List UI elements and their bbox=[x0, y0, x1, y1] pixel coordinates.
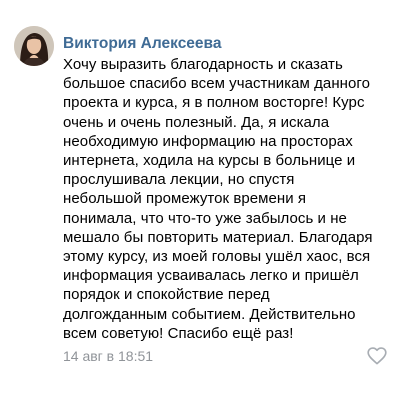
comment-text-line: небольшой промежуток времени я bbox=[63, 190, 307, 208]
comment-text-line: большое спасибо всем участникам данного bbox=[63, 75, 370, 93]
comment-text-line: долгожданным событием. Действительно bbox=[63, 305, 356, 323]
author-name[interactable]: Виктория Алексеева bbox=[63, 35, 222, 53]
comment-text-line: всем советую! Спасибо ещё раз! bbox=[63, 324, 294, 342]
comment-footer: 14 авг в 18:51 bbox=[63, 347, 388, 365]
comment-text-line: прослушивала лекции, но спустя bbox=[63, 171, 295, 189]
comment: Виктория Алексеева Хочу выразить благода… bbox=[0, 0, 400, 400]
comment-text-line: понимала, что что-то уже забылось и не bbox=[63, 209, 347, 227]
comment-text-line: этому курсу, из моей головы ушёл хаос, в… bbox=[63, 248, 371, 266]
comment-text-line: порядок и спокойствие перед bbox=[63, 286, 270, 304]
comment-text-line: очень и очень полезный. Да, я искала bbox=[63, 113, 330, 131]
comment-text-line: Хочу выразить благодарность и сказать bbox=[63, 56, 343, 73]
comment-text-line: информация усваивалась легко и пришёл bbox=[63, 267, 359, 285]
like-button[interactable] bbox=[366, 345, 388, 367]
timestamp[interactable]: 14 авг в 18:51 bbox=[63, 347, 153, 365]
comment-text-line: необходимую информацию на просторах bbox=[63, 132, 353, 150]
comment-text-line: проекта и курса, я в полном восторге! Ку… bbox=[63, 94, 365, 112]
comment-text-line: интернета, ходила на курсы в больнице и bbox=[63, 152, 356, 170]
user-photo-icon bbox=[14, 26, 54, 66]
heart-outline-icon bbox=[367, 347, 387, 365]
avatar[interactable] bbox=[14, 26, 54, 66]
comment-text: Хочу выразить благодарность и сказать бо… bbox=[63, 55, 400, 343]
comment-text-line: мешало бы повторить материал. Благодаря bbox=[63, 228, 373, 246]
